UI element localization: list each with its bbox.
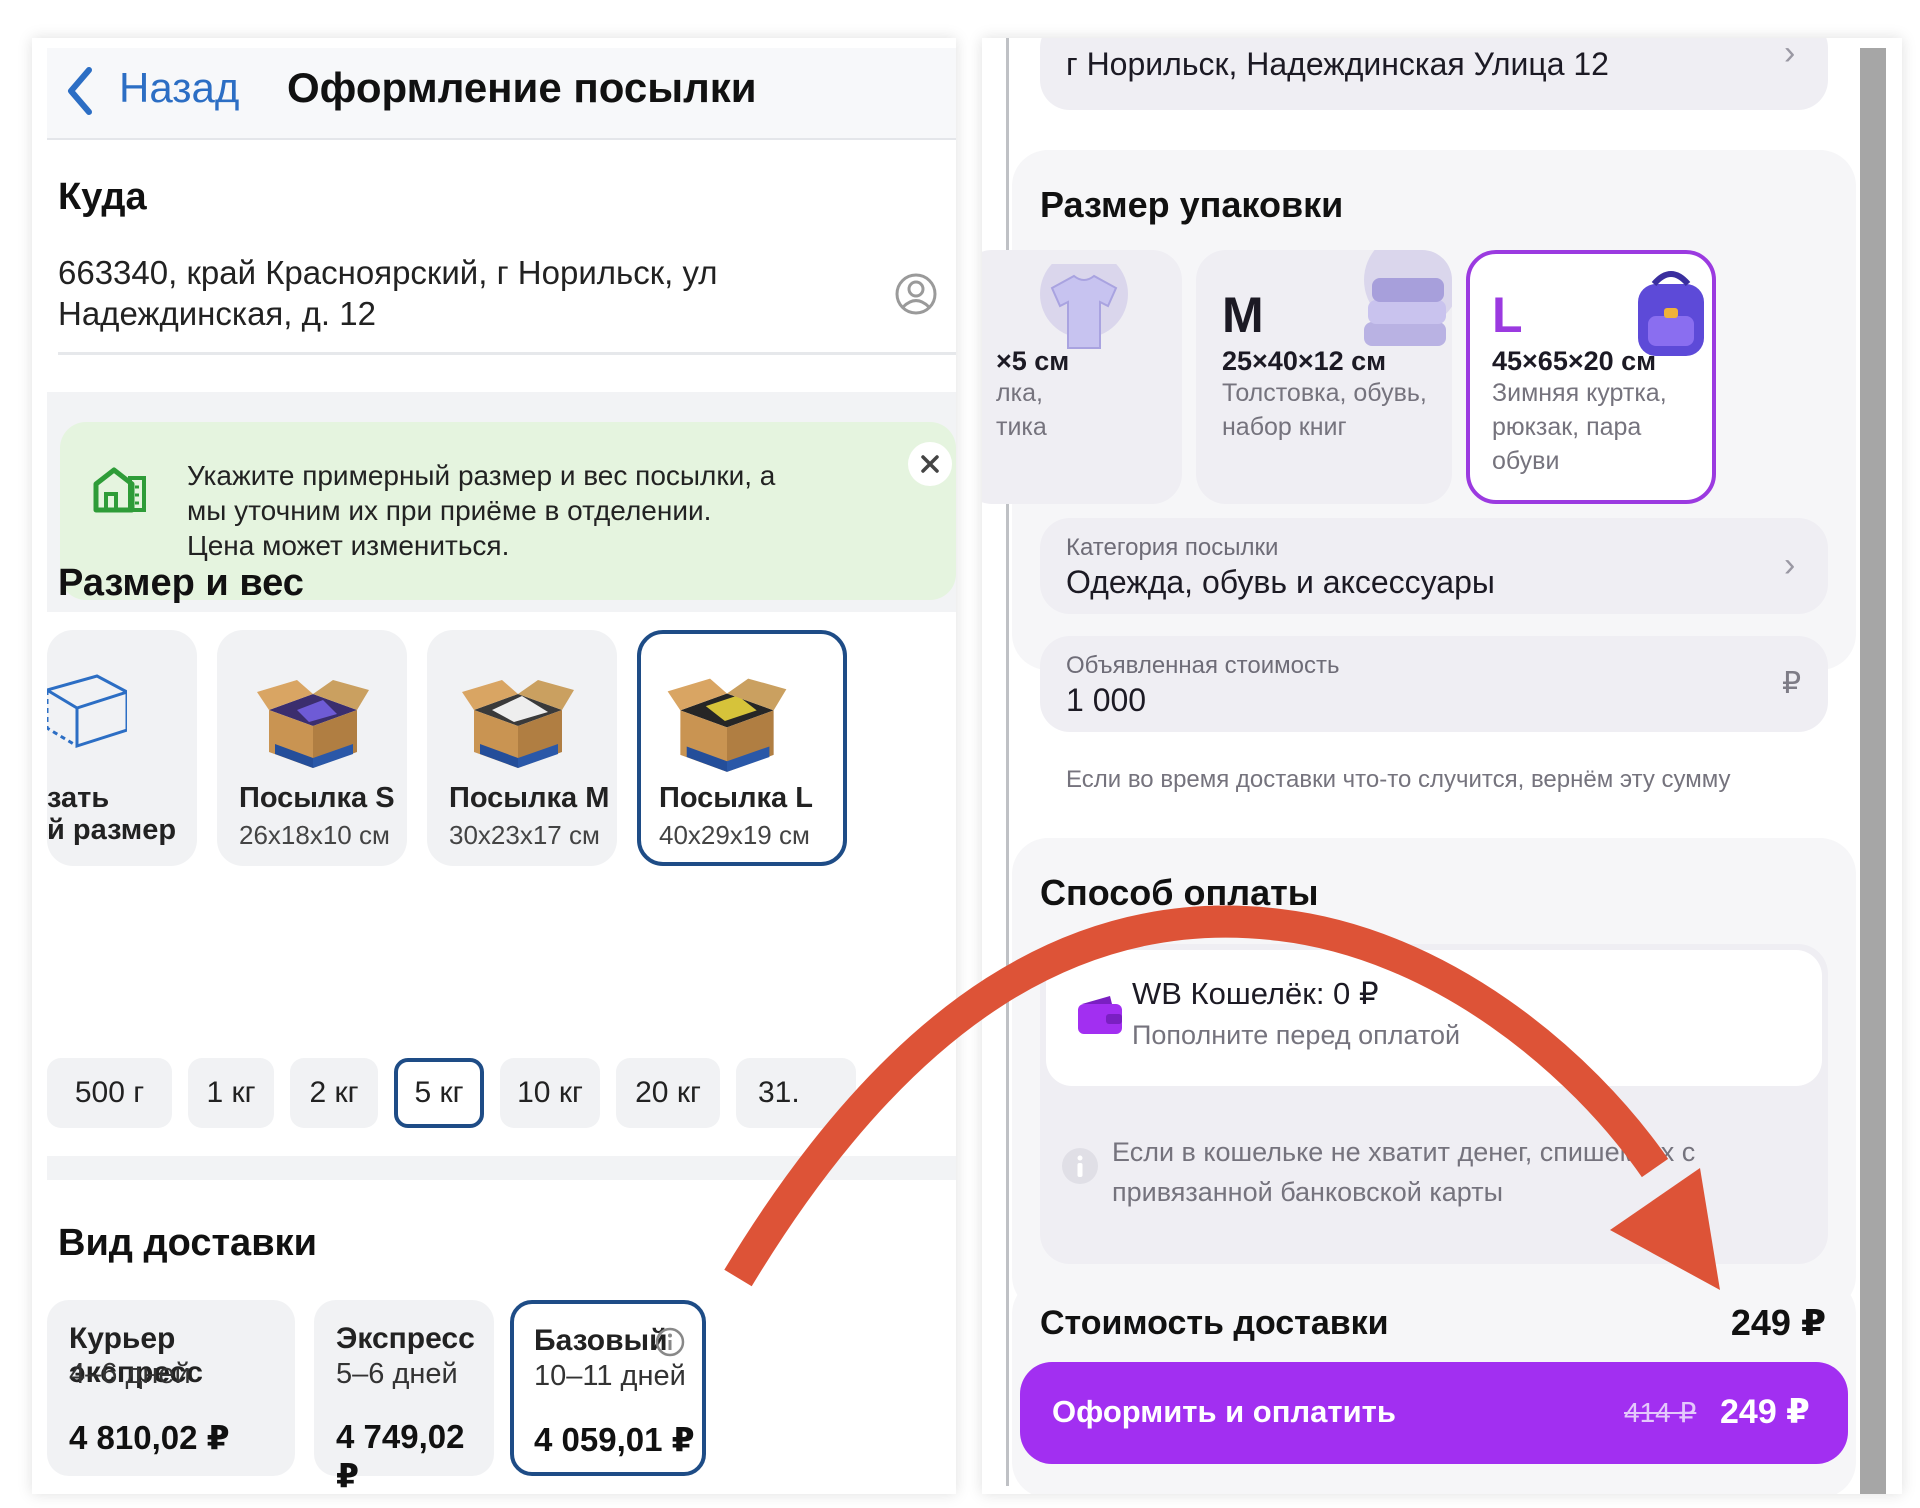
arrow-head (1610, 1168, 1720, 1290)
annotation-arrow (724, 905, 1720, 1290)
arrow-curve (724, 905, 1669, 1287)
